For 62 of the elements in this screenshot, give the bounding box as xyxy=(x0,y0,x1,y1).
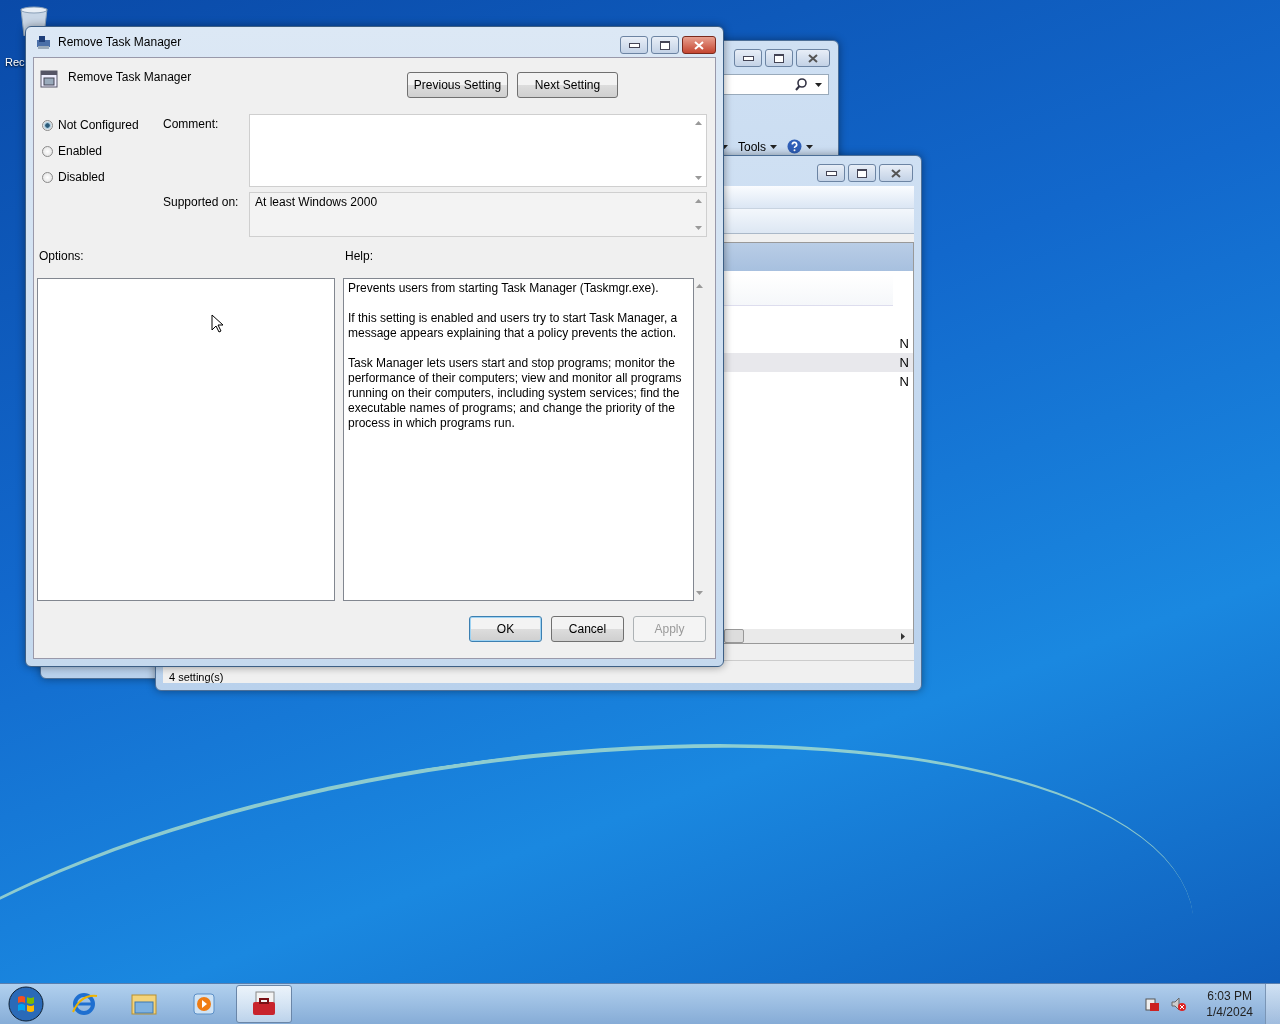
search-icon[interactable] xyxy=(795,78,807,91)
taskbar-button[interactable] xyxy=(236,985,292,1023)
nav-button[interactable]: Previous Setting xyxy=(407,72,508,98)
close-button[interactable] xyxy=(682,36,716,54)
section-label: Help: xyxy=(345,249,373,263)
caret-icon[interactable] xyxy=(815,82,822,87)
caret-icon xyxy=(770,144,777,149)
dialog-button[interactable]: Cancel xyxy=(551,616,624,642)
radio-button[interactable] xyxy=(42,119,53,131)
toolbar-menu-button[interactable]: Tools xyxy=(738,139,777,154)
minimize-button[interactable] xyxy=(620,36,648,54)
radio-label[interactable]: Disabled xyxy=(58,170,105,184)
close-button[interactable] xyxy=(879,164,913,182)
dialog-button[interactable]: OK xyxy=(469,616,542,642)
clock-time: 6:03 PM xyxy=(1207,988,1252,1004)
help-button[interactable] xyxy=(787,139,813,154)
scroll-up-icon[interactable] xyxy=(694,121,702,125)
nav-button[interactable]: Next Setting xyxy=(517,72,618,98)
browser-icon xyxy=(70,990,98,1018)
maximize-button[interactable] xyxy=(848,164,876,182)
scroll-down-icon[interactable] xyxy=(694,176,702,180)
scrollbar-thumb[interactable] xyxy=(724,629,744,643)
start-button[interactable] xyxy=(6,984,46,1024)
minimize-button[interactable] xyxy=(817,164,845,182)
desktop-icon-label[interactable]: Rec xyxy=(5,56,25,68)
maximize-button[interactable] xyxy=(765,49,793,67)
comment-field[interactable] xyxy=(249,114,707,187)
field-label: Comment: xyxy=(163,116,220,133)
radio-button[interactable] xyxy=(42,145,53,157)
radio-label[interactable]: Not Configured xyxy=(58,118,139,132)
help-paragraph: Task Manager lets users start and stop programs; monitor the performance of their computers; view and monitor all programs running on their computers, including system services; find the executable names of programs; and change the priority of the process in which programs run. xyxy=(348,356,683,431)
scroll-down-icon[interactable] xyxy=(694,226,702,230)
policy-icon xyxy=(36,34,52,50)
close-icon xyxy=(808,53,818,63)
status-text: 4 setting(s) xyxy=(168,671,224,683)
scroll-up-icon[interactable] xyxy=(694,199,702,203)
field-label: Supported on: xyxy=(163,194,240,211)
search-field[interactable] xyxy=(721,74,829,95)
caret-icon xyxy=(806,144,813,149)
table-cell: N xyxy=(899,355,909,370)
close-icon xyxy=(891,168,901,178)
close-button[interactable] xyxy=(796,49,830,67)
radio-label[interactable]: Enabled xyxy=(58,144,103,158)
clock-date: 1/4/2024 xyxy=(1206,1004,1253,1020)
toolbox-icon xyxy=(250,990,278,1018)
network-icon[interactable] xyxy=(1144,996,1161,1012)
radio-button[interactable] xyxy=(42,171,53,183)
mouse-pointer-icon xyxy=(211,314,223,333)
window-title: Remove Task Manager xyxy=(58,35,182,49)
speaker-icon[interactable] xyxy=(1170,996,1187,1012)
scroll-right-icon[interactable] xyxy=(901,632,905,640)
help-paragraph: Prevents users from starting Task Manager (Taskmgr.exe). xyxy=(348,281,660,296)
section-label: Options: xyxy=(38,249,85,263)
minimize-button[interactable] xyxy=(734,49,762,67)
setting-name: Remove Task Manager xyxy=(68,70,192,84)
maximize-button[interactable] xyxy=(651,36,679,54)
help-paragraph: If this setting is enabled and users try to start Task Manager, a message appears explaining that a policy prevents the action. xyxy=(348,311,679,341)
field-value: At least Windows 2000 xyxy=(255,195,378,209)
clock[interactable]: 6:03 PM 1/4/2024 xyxy=(1206,988,1253,1020)
close-icon xyxy=(694,40,704,50)
setting-icon xyxy=(40,70,58,88)
media-player-icon xyxy=(190,990,218,1018)
